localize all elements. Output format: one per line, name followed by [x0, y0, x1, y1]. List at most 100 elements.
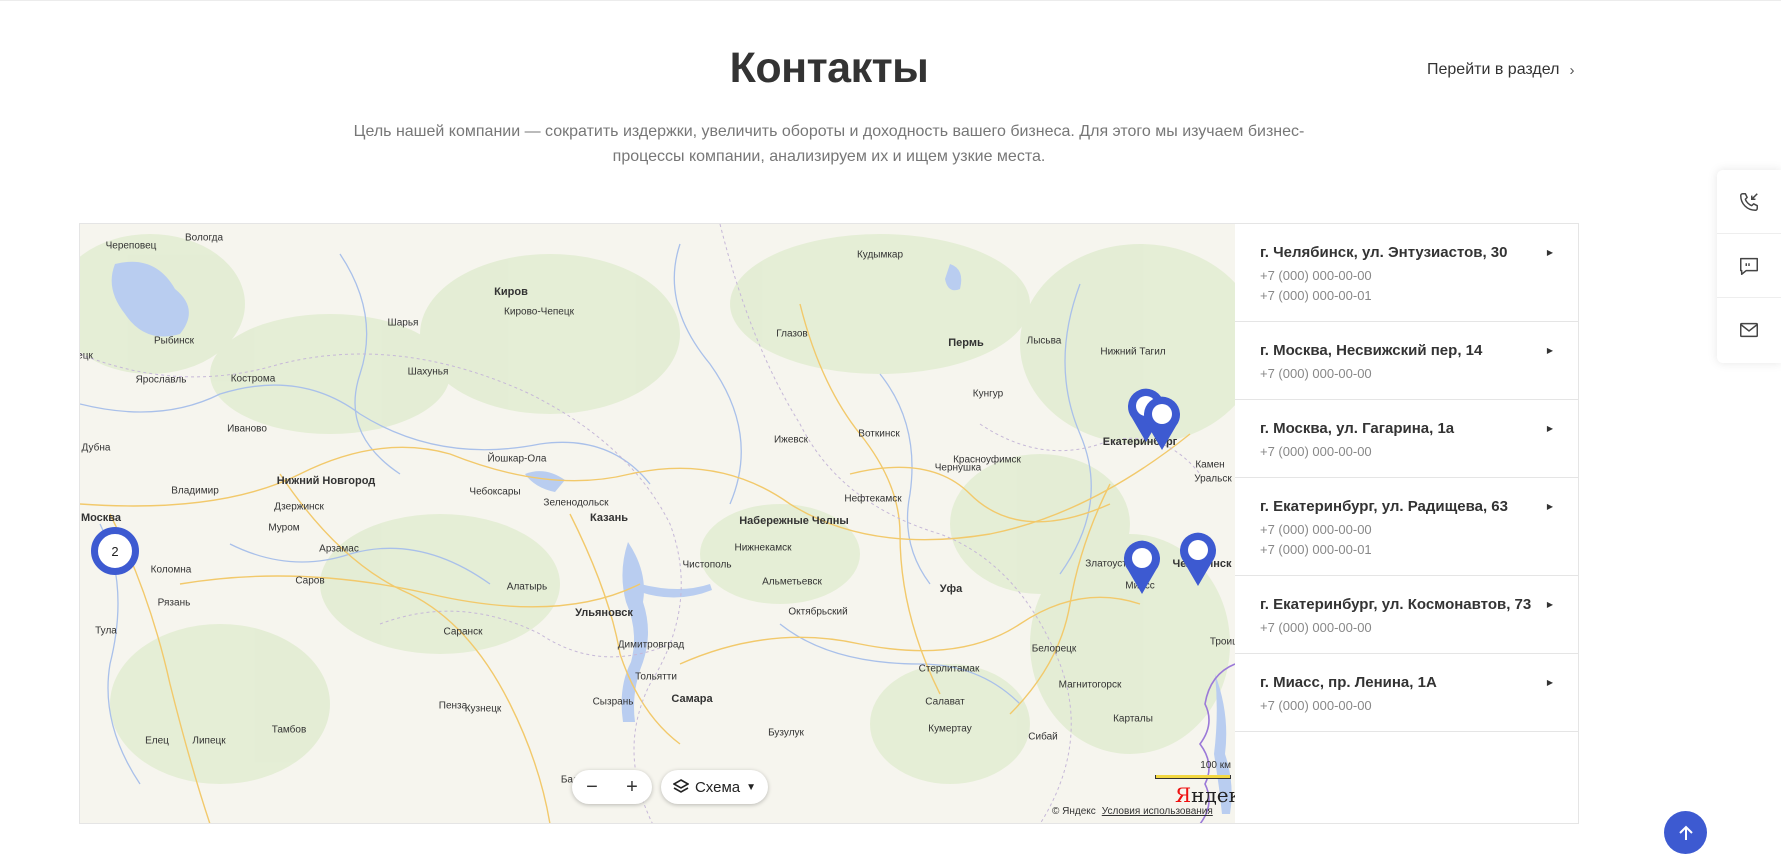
layers-icon: [672, 779, 689, 793]
office-phone[interactable]: +7 (000) 000-00-00: [1260, 621, 1553, 634]
office-address: г. Миасс, пр. Ленина, 1А: [1260, 674, 1437, 691]
map-city-label: Москва: [80, 512, 122, 524]
map-city-label: Рязань: [157, 597, 191, 609]
map-city-label: Бузулук: [768, 727, 804, 739]
map-city-label: Альметьевск: [762, 576, 822, 588]
map-city-label: Ульяновск: [575, 607, 633, 619]
caret-right-icon: ▶: [1546, 424, 1553, 433]
yandex-logo-rest: ндекс: [1191, 783, 1235, 807]
map-city-label: Владимир: [171, 485, 219, 497]
map-city-label: Арзамас: [319, 543, 359, 555]
terms-link[interactable]: Условия использования: [1102, 806, 1213, 817]
chat-button[interactable]: [1717, 234, 1781, 298]
map-city-label: Салават: [925, 696, 965, 708]
map-city-label: Сызрань: [592, 696, 634, 708]
mail-icon: [1740, 322, 1758, 338]
map-city-label: Киров: [494, 286, 528, 298]
map-city-label: Стерлитамак: [918, 663, 980, 675]
map-city-label: Уральск: [1194, 473, 1232, 485]
office-address: г. Москва, Несвижский пер, 14: [1260, 342, 1483, 359]
map-city-label: Карталы: [1113, 713, 1153, 725]
zoom-out-button[interactable]: −: [586, 776, 598, 799]
office-phone[interactable]: +7 (000) 000-00-01: [1260, 543, 1553, 556]
map-city-label: Глазов: [776, 328, 808, 340]
arrow-up-icon: [1678, 825, 1693, 840]
map-city-label: Камен: [1195, 459, 1225, 471]
map-city-label: Уфа: [939, 583, 963, 595]
map-city-label: Кумертау: [928, 723, 972, 735]
map-city-label: Вологда: [184, 232, 224, 244]
map-city-label: ецк: [80, 350, 93, 362]
map-city-label: Череповец: [105, 240, 157, 252]
map-city-label: Красноуфимск: [953, 454, 1021, 466]
map-city-label: Магнитогорск: [1058, 679, 1122, 691]
map-city-label: Алатырь: [506, 581, 548, 593]
office-address: г. Челябинск, ул. Энтузиастов, 30: [1260, 244, 1508, 261]
map-city-label: Кузнецк: [464, 703, 502, 715]
map-city-label: Рыбинск: [153, 335, 195, 347]
yandex-map[interactable]: Череповец Вологда Рыбинск Ярославль Кострома…: [80, 224, 1235, 823]
map-city-label: Елец: [145, 735, 169, 747]
scroll-to-top-button[interactable]: [1664, 811, 1707, 854]
map-cluster-marker[interactable]: 2: [91, 527, 139, 575]
yandex-logo[interactable]: Яндекс: [1175, 783, 1235, 807]
office-address: г. Екатеринбург, ул. Космонавтов, 73: [1260, 596, 1532, 613]
map-city-label: Нижний Новгород: [276, 475, 376, 487]
map-city-label: Димитровград: [617, 639, 685, 651]
caret-right-icon: ▶: [1546, 346, 1553, 355]
map-city-label: Набережные Челны: [739, 515, 849, 527]
chat-icon: [1740, 257, 1758, 275]
map-city-label: Сибай: [1028, 731, 1058, 743]
office-phone[interactable]: +7 (000) 000-00-00: [1260, 523, 1553, 536]
office-item[interactable]: г. Москва, Несвижский пер, 14 ▶ +7 (000) 0…: [1235, 322, 1579, 400]
office-phone[interactable]: +7 (000) 000-00-00: [1260, 445, 1553, 458]
map-city-label: Коломна: [150, 564, 192, 576]
map-pin-marker[interactable]: [1176, 528, 1220, 588]
zoom-in-button[interactable]: +: [626, 776, 638, 799]
map-city-label: Кудымкар: [856, 249, 904, 261]
mail-button[interactable]: [1717, 298, 1781, 362]
map-city-label: Белорецк: [1031, 643, 1077, 655]
map-city-label: Шахунья: [407, 366, 449, 378]
map-city-label: Кунгур: [972, 388, 1004, 400]
office-address: г. Екатеринбург, ул. Радищева, 63: [1260, 498, 1508, 515]
map-scale-bar: [1155, 775, 1231, 779]
caret-right-icon: ▶: [1546, 248, 1553, 257]
office-item[interactable]: г. Екатеринбург, ул. Космонавтов, 73 ▶ +7 …: [1235, 576, 1579, 654]
map-city-label: Чебоксары: [469, 486, 521, 498]
office-phone[interactable]: +7 (000) 000-00-00: [1260, 269, 1553, 282]
map-city-label: Тула: [95, 625, 117, 637]
office-list: г. Челябинск, ул. Энтузиастов, 30 ▶ +7 (00…: [1235, 224, 1579, 732]
contacts-panel: Череповец Вологда Рыбинск Ярославль Кострома…: [79, 223, 1579, 824]
office-item[interactable]: г. Челябинск, ул. Энтузиастов, 30 ▶ +7 (00…: [1235, 224, 1579, 322]
map-city-label: Тольятти: [635, 671, 677, 683]
map-pin-marker[interactable]: [1140, 392, 1184, 452]
map-layer-switch[interactable]: Схема ▼: [661, 770, 768, 804]
map-city-label: Саранск: [443, 626, 483, 638]
office-item[interactable]: г. Миасс, пр. Ленина, 1А ▶ +7 (000) 000-00…: [1235, 654, 1579, 732]
map-city-label: Дзержинск: [274, 501, 324, 513]
map-base: [80, 224, 1235, 823]
go-to-section-link[interactable]: Перейти в раздел ›: [1427, 61, 1574, 79]
map-city-label: Иваново: [227, 423, 267, 435]
map-city-label: Зеленодольск: [543, 497, 609, 509]
map-city-label: Нефтекамск: [844, 493, 902, 505]
office-phone[interactable]: +7 (000) 000-00-00: [1260, 699, 1553, 712]
caret-right-icon: ▶: [1546, 502, 1553, 511]
map-city-label: Нижнекамск: [734, 542, 792, 554]
map-copyright: © Яндекс Условия использования: [1052, 806, 1213, 817]
office-item[interactable]: г. Екатеринбург, ул. Радищева, 63 ▶ +7 (00…: [1235, 478, 1579, 576]
caret-down-icon: ▼: [746, 781, 757, 793]
map-city-label: Саров: [295, 575, 325, 587]
office-item[interactable]: г. Москва, ул. Гагарина, 1а ▶ +7 (000) 000…: [1235, 400, 1579, 478]
caret-right-icon: ▶: [1546, 600, 1553, 609]
chevron-right-icon: ›: [1569, 61, 1575, 79]
map-city-label: Ижевск: [773, 434, 809, 446]
map-city-label: Пермь: [948, 337, 984, 349]
office-phone[interactable]: +7 (000) 000-00-00: [1260, 367, 1553, 380]
callback-button[interactable]: [1717, 170, 1781, 234]
side-widget: [1717, 170, 1781, 363]
office-phone[interactable]: +7 (000) 000-00-01: [1260, 289, 1553, 302]
map-pin-marker[interactable]: [1120, 536, 1164, 596]
map-city-label: Октябрьский: [788, 606, 848, 618]
